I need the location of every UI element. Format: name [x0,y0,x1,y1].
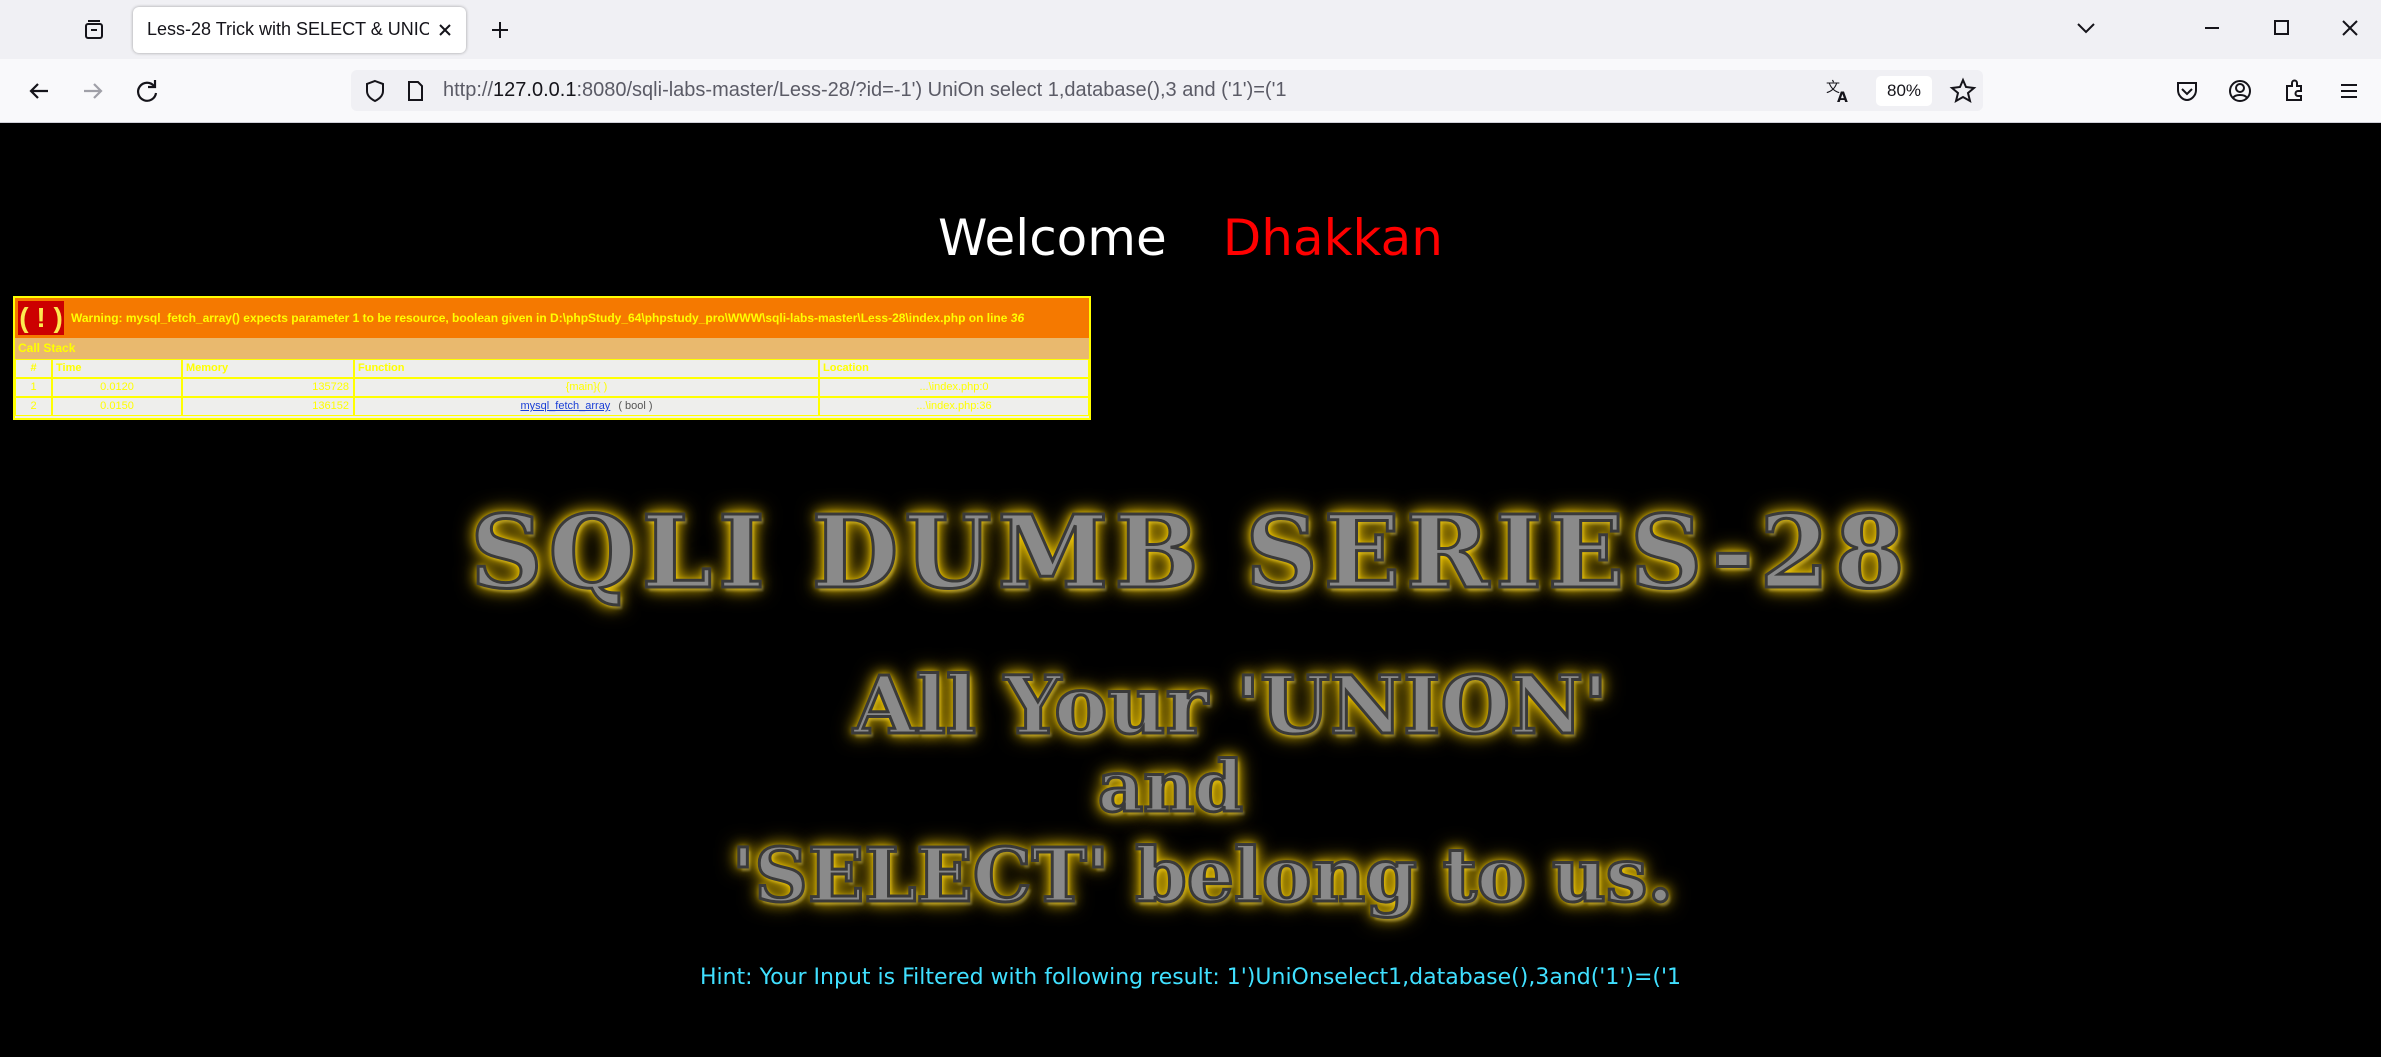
function-arg: ( bool ) [618,400,653,412]
and-title: and [1096,744,1244,830]
select-title: 'SELECT' belong to us. [730,832,1674,921]
account-icon[interactable] [2223,74,2257,108]
menu-icon[interactable] [2332,74,2366,108]
reload-icon[interactable] [130,74,164,108]
table-row: 1 0.0120 135728 {main}( ) ...\index.php:… [15,378,1089,397]
navigation-bar: http://127.0.0.1:8080/sqli-labs-master/L… [0,59,2381,123]
tab-bar: Less-28 Trick with SELECT & UNION [0,0,2381,59]
col-function: Function [354,359,819,378]
col-location: Location [819,359,1089,378]
welcome-text: Welcome [938,209,1167,267]
warning-message: Warning: mysql_fetch_array() expects par… [71,311,1024,325]
call-stack-header: # Time Memory Function Location [15,359,1089,378]
filter-hint: Hint: Your Input is Filtered with follow… [699,965,1682,990]
list-all-tabs-icon[interactable] [2068,12,2104,44]
php-error-box: ( ! ) Warning: mysql_fetch_array() expec… [13,296,1091,420]
svg-text:A: A [1837,90,1848,106]
translate-icon[interactable]: 文A [1823,76,1853,106]
extensions-icon[interactable] [2277,74,2311,108]
url-text[interactable]: http://127.0.0.1:8080/sqli-labs-master/L… [443,79,1287,102]
browser-tab[interactable]: Less-28 Trick with SELECT & UNION [133,7,466,53]
url-prefix: http:// [443,79,494,101]
url-path: :8080/sqli-labs-master/Less-28/?id=-1') … [576,79,1287,101]
row-memory: 136152 [182,397,354,416]
forward-icon[interactable] [76,74,110,108]
series-title: SQLI DUMB SERIES-28 [469,492,1911,613]
pocket-icon[interactable] [2170,74,2204,108]
row-time: 0.0150 [52,397,182,416]
new-tab-icon[interactable] [484,14,516,46]
table-row: 2 0.0150 136152 mysql_fetch_array ( bool … [15,397,1089,416]
row-num: 2 [15,397,52,416]
function-link[interactable]: mysql_fetch_array [520,400,610,412]
error-bang-icon: ( ! ) [18,301,64,335]
welcome-heading: Welcome Dhakkan [0,209,2381,267]
union-title: All Your 'UNION' [852,657,1610,754]
warning-line-number: 36 [1010,311,1025,325]
row-memory: 135728 [182,378,354,397]
row-function: {main}( ) [354,378,819,397]
bookmark-star-icon[interactable] [1948,76,1978,106]
maximize-icon[interactable] [2263,12,2299,44]
col-num: # [15,359,52,378]
tab-list-icon[interactable] [78,14,110,46]
warning-text: Warning: mysql_fetch_array() expects par… [71,311,1008,325]
url-host: 127.0.0.1 [493,79,577,101]
page-content: Welcome Dhakkan ( ! ) Warning: mysql_fetc… [0,123,2381,1057]
welcome-user: Dhakkan [1222,209,1443,267]
shield-icon[interactable] [361,77,389,105]
address-bar[interactable]: http://127.0.0.1:8080/sqli-labs-master/L… [351,70,1983,111]
col-time: Time [52,359,182,378]
row-num: 1 [15,378,52,397]
col-memory: Memory [182,359,354,378]
row-time: 0.0120 [52,378,182,397]
zoom-level-badge[interactable]: 80% [1876,76,1932,106]
row-location: ...\index.php:0 [819,378,1089,397]
call-stack-label: Call Stack [15,338,1089,359]
back-icon[interactable] [22,74,56,108]
close-tab-icon[interactable] [434,19,456,41]
row-function-cell: mysql_fetch_array ( bool ) [354,397,819,416]
minimize-icon[interactable] [2194,12,2230,44]
warning-bar: ( ! ) Warning: mysql_fetch_array() expec… [15,298,1089,338]
page-info-icon[interactable] [401,77,429,105]
row-location: ...\index.php:36 [819,397,1089,416]
close-window-icon[interactable] [2332,12,2368,44]
tab-title: Less-28 Trick with SELECT & UNION [147,19,429,39]
